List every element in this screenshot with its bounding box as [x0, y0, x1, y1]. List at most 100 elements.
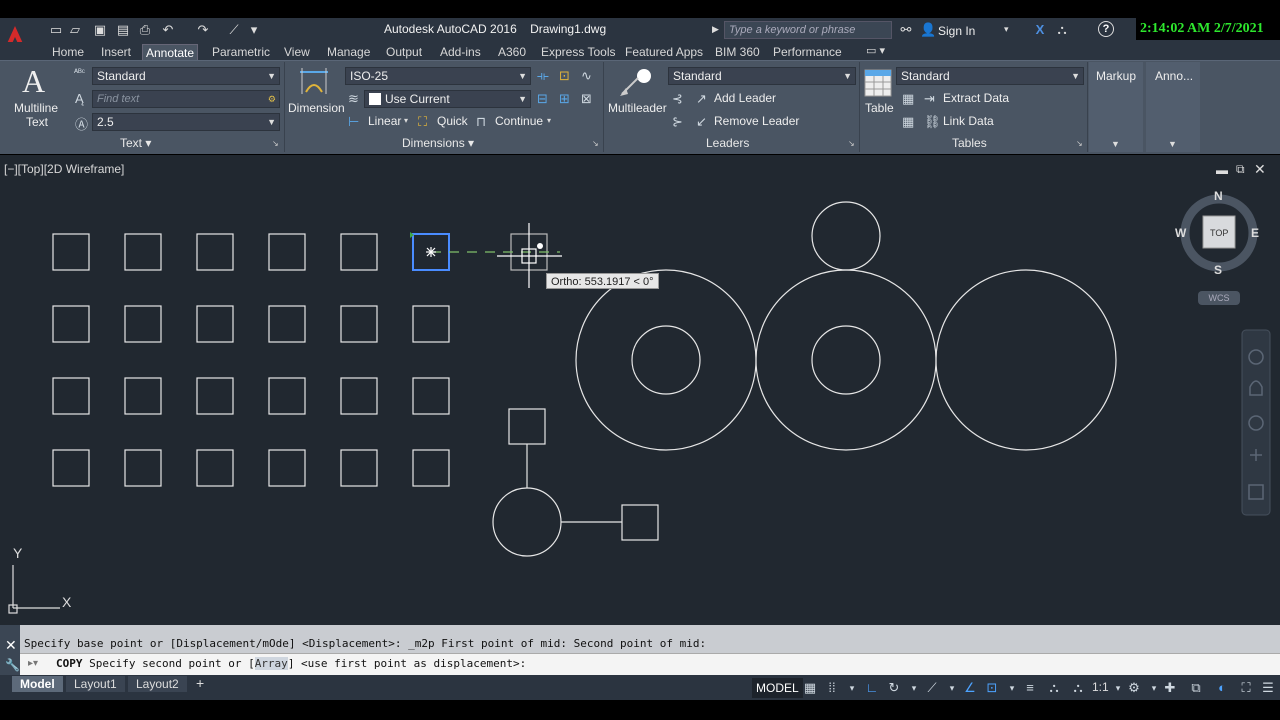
isodraft-dropdown-icon[interactable]: ▾ — [944, 680, 960, 696]
command-option-array[interactable]: Array — [254, 657, 288, 670]
find-icon[interactable]: ⚙ — [268, 91, 276, 107]
quick-dimension-icon[interactable]: ⛶ — [418, 114, 427, 130]
tab-annotate[interactable]: Annotate — [142, 44, 199, 60]
tab-featured-apps[interactable]: Featured Apps — [622, 44, 706, 60]
dimensions-panel-label[interactable]: Dimensions ▾ — [402, 136, 474, 150]
dim-inspect-icon[interactable]: ⊟ — [537, 91, 548, 107]
ribbon-minimize-icon[interactable]: ▭ ▾ — [866, 44, 885, 57]
user-icon[interactable]: 👤 — [920, 22, 936, 38]
wcs-menu[interactable]: WCS — [1198, 291, 1240, 305]
remove-leader-icon[interactable]: ↙ — [696, 114, 707, 130]
viewcube-south[interactable]: S — [1214, 263, 1222, 277]
layout-tab-layout2[interactable]: Layout2 — [128, 676, 187, 692]
osnap-dropdown-icon[interactable]: ▾ — [1004, 680, 1020, 696]
table-icon[interactable] — [864, 69, 892, 97]
continue-button[interactable]: Continue — [495, 114, 543, 128]
command-prompt[interactable]: COPY Specify second point or [Array] <us… — [56, 657, 526, 670]
text-panel-label[interactable]: Text ▾ — [120, 136, 151, 150]
polar-dropdown-icon[interactable]: ▾ — [906, 680, 922, 696]
scale-dropdown-icon[interactable]: ▾ — [1110, 680, 1126, 696]
dim-reassociate-icon[interactable]: ⊠ — [581, 91, 592, 107]
leaders-panel-label[interactable]: Leaders — [706, 136, 749, 150]
multileader-icon[interactable] — [618, 66, 654, 98]
text-style-select[interactable]: Standard ▼ — [92, 67, 280, 85]
viewcube-top-face[interactable]: TOP — [1210, 228, 1228, 238]
add-leader-icon[interactable]: ↗ — [696, 91, 707, 107]
tab-bim-360[interactable]: BIM 360 — [712, 44, 763, 60]
tab-insert[interactable]: Insert — [98, 44, 134, 60]
tab-manage[interactable]: Manage — [324, 44, 373, 60]
model-space-button[interactable]: MODEL — [752, 678, 803, 698]
add-leader-button[interactable]: Add Leader — [714, 91, 776, 105]
save-icon[interactable]: ▣ — [92, 22, 108, 38]
dim-update-icon[interactable]: ⊞ — [559, 91, 570, 107]
dimension-icon[interactable] — [298, 66, 330, 98]
plot-icon[interactable]: ⎙ — [137, 22, 153, 38]
dim-oblique-icon[interactable]: ∿ — [581, 68, 592, 84]
tab-performance[interactable]: Performance — [770, 44, 845, 60]
link-data-button[interactable]: Link Data — [943, 114, 994, 128]
dialog-launcher-icon[interactable]: ↘ — [272, 139, 279, 148]
viewcube-west[interactable]: W — [1175, 226, 1186, 240]
new-icon[interactable]: ▭ — [48, 22, 64, 38]
match-properties-icon[interactable]: ⟋ — [226, 22, 242, 38]
tab-parametric[interactable]: Parametric — [209, 44, 273, 60]
isodraft-icon[interactable]: ⟋ — [924, 680, 940, 696]
snap-dropdown-icon[interactable]: ▾ — [844, 680, 860, 696]
dimension-layer-select[interactable]: Use Current ▼ — [364, 90, 531, 108]
close-command-line-icon[interactable]: ✕ — [5, 637, 17, 654]
tab-a360[interactable]: A360 — [495, 44, 529, 60]
continue-dropdown-icon[interactable]: ▾ — [547, 116, 551, 125]
collect-leader-icon[interactable]: ⊰ — [672, 91, 683, 107]
annotation-visibility-icon[interactable]: ⛬ — [1046, 680, 1062, 696]
multiline-text-icon[interactable]: A — [22, 64, 45, 98]
undo-icon[interactable]: ↶ — [160, 22, 176, 38]
node-diagram[interactable] — [492, 408, 659, 557]
tables-panel-label[interactable]: Tables — [952, 136, 987, 150]
tab-express-tools[interactable]: Express Tools — [538, 44, 618, 60]
multileader-label[interactable]: Multileader — [608, 101, 667, 115]
extract-data-icon[interactable]: ▦ — [902, 91, 914, 107]
qat-dropdown-icon[interactable]: ▾ — [246, 22, 262, 38]
clean-screen-icon[interactable]: ⛶ — [1238, 680, 1254, 696]
polar-tracking-icon[interactable]: ↻ — [886, 680, 902, 696]
text-height-icon[interactable]: Ⓐ — [75, 114, 88, 133]
markup-panel-label[interactable]: Markup — [1096, 69, 1136, 83]
dialog-launcher-icon[interactable]: ↘ — [1076, 139, 1083, 148]
linear-icon[interactable]: ⊢ — [348, 114, 359, 130]
navigation-bar[interactable] — [1241, 329, 1271, 516]
dim-break-icon[interactable]: ⟛ — [537, 68, 549, 84]
linear-dropdown-icon[interactable]: ▾ — [404, 116, 408, 125]
hardware-acceleration-icon[interactable]: ◐ — [1214, 680, 1230, 696]
dimension-style-select[interactable]: ISO-25 ▼ — [345, 67, 531, 85]
object-snap-tracking-icon[interactable]: ∠ — [962, 680, 978, 696]
plus-icon[interactable]: ✚ — [1162, 680, 1178, 696]
auto-scale-icon[interactable]: ⛬ — [1070, 680, 1086, 696]
recent-commands-icon[interactable]: ▸▾ — [28, 658, 38, 669]
help-icon[interactable]: ? — [1098, 21, 1114, 37]
circle-group[interactable] — [575, 201, 1117, 451]
link-data-sub-icon[interactable]: ⛓ — [924, 114, 941, 130]
exchange-apps-icon[interactable]: X — [1032, 22, 1048, 38]
ortho-icon[interactable]: ∟ — [864, 680, 880, 696]
open-icon[interactable]: ▱ — [67, 22, 83, 38]
tab-home[interactable]: Home — [49, 44, 87, 60]
find-text-input[interactable]: Find text ⚙ — [92, 90, 280, 108]
customize-icon[interactable]: 🔧 — [5, 658, 20, 672]
anno-panel-label[interactable]: Anno... — [1155, 69, 1193, 83]
multileader-style-select[interactable]: Standard ▼ — [668, 67, 856, 85]
dialog-launcher-icon[interactable]: ↘ — [592, 139, 599, 148]
dialog-launcher-icon[interactable]: ↘ — [848, 139, 855, 148]
tab-view[interactable]: View — [281, 44, 313, 60]
dim-adjust-icon[interactable]: ⊡ — [559, 68, 570, 84]
a360-icon[interactable]: ⛬ — [1054, 22, 1070, 38]
layout-tab-layout1[interactable]: Layout1 — [66, 676, 125, 692]
sign-in-button[interactable]: Sign In — [938, 24, 975, 38]
square-array[interactable] — [52, 233, 450, 487]
linear-button[interactable]: Linear — [368, 114, 401, 128]
layout-tab-model[interactable]: Model — [12, 676, 63, 692]
redo-icon[interactable]: ↷ — [195, 22, 211, 38]
multiline-text-label1[interactable]: Multiline — [14, 101, 58, 115]
sign-in-dropdown-icon[interactable]: ▾ — [1004, 24, 1009, 35]
continue-icon[interactable]: ⊓ — [476, 114, 486, 130]
